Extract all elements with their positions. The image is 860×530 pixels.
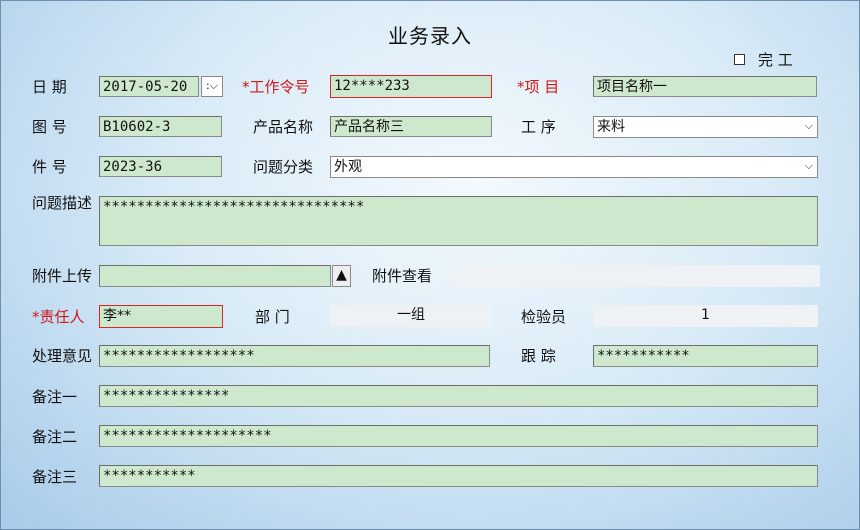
track-field[interactable]: ***********: [593, 345, 818, 367]
process-select[interactable]: 来料 ⌵: [593, 116, 818, 138]
piece-label: 件 号: [32, 158, 67, 176]
product-field[interactable]: 产品名称三: [330, 116, 492, 137]
desc-textarea[interactable]: *******************************: [99, 196, 818, 246]
complete-checkbox[interactable]: [734, 54, 745, 65]
complete-label: 完 工: [758, 51, 793, 69]
note2-label: 备注二: [32, 428, 78, 446]
triangle-up-icon: ▲: [336, 267, 347, 283]
upload-field[interactable]: [99, 265, 331, 287]
page-title: 业务录入: [388, 24, 472, 48]
view-field[interactable]: [451, 265, 820, 287]
chevron-down-icon: ⌵: [804, 159, 813, 172]
piece-field[interactable]: 2023-36: [99, 156, 222, 177]
process-label: 工 序: [521, 118, 556, 136]
note1-label: 备注一: [32, 388, 78, 406]
desc-label: 问题描述: [32, 194, 93, 212]
note1-field[interactable]: ***************: [99, 385, 818, 407]
drawing-field[interactable]: B10602-3: [99, 116, 222, 137]
project-field[interactable]: 项目名称一: [593, 76, 817, 97]
category-label: 问题分类: [253, 158, 314, 176]
owner-label: *责任人: [32, 308, 85, 326]
inspector-field[interactable]: 1: [593, 305, 818, 327]
track-label: 跟 踪: [521, 347, 556, 365]
note2-field[interactable]: ********************: [99, 425, 818, 447]
date-field[interactable]: 2017-05-20: [99, 76, 199, 97]
date-label: 日 期: [32, 78, 67, 96]
project-label: *项 目: [517, 78, 560, 96]
note3-field[interactable]: ***********: [99, 465, 818, 487]
spinner-icon: :⌵: [205, 79, 219, 92]
upload-button[interactable]: ▲: [332, 265, 351, 287]
category-select[interactable]: 外观 ⌵: [330, 156, 818, 178]
order-label: *工作令号: [242, 78, 310, 96]
inspector-label: 检验员: [521, 308, 567, 326]
opinion-label: 处理意见: [32, 347, 93, 365]
dept-field[interactable]: 一组: [330, 305, 492, 327]
view-label: 附件查看: [372, 267, 433, 285]
date-spinner[interactable]: :⌵: [201, 76, 223, 97]
upload-label: 附件上传: [32, 267, 93, 285]
chevron-down-icon: ⌵: [804, 119, 813, 132]
dept-label: 部 门: [255, 308, 290, 326]
product-label: 产品名称: [253, 118, 314, 136]
category-value: 外观: [334, 159, 362, 175]
process-value: 来料: [597, 119, 625, 135]
opinion-field[interactable]: ******************: [99, 345, 490, 367]
note3-label: 备注三: [32, 468, 78, 486]
owner-field[interactable]: 李**: [99, 305, 223, 328]
drawing-label: 图 号: [32, 118, 67, 136]
order-field[interactable]: 12****233: [330, 75, 492, 98]
